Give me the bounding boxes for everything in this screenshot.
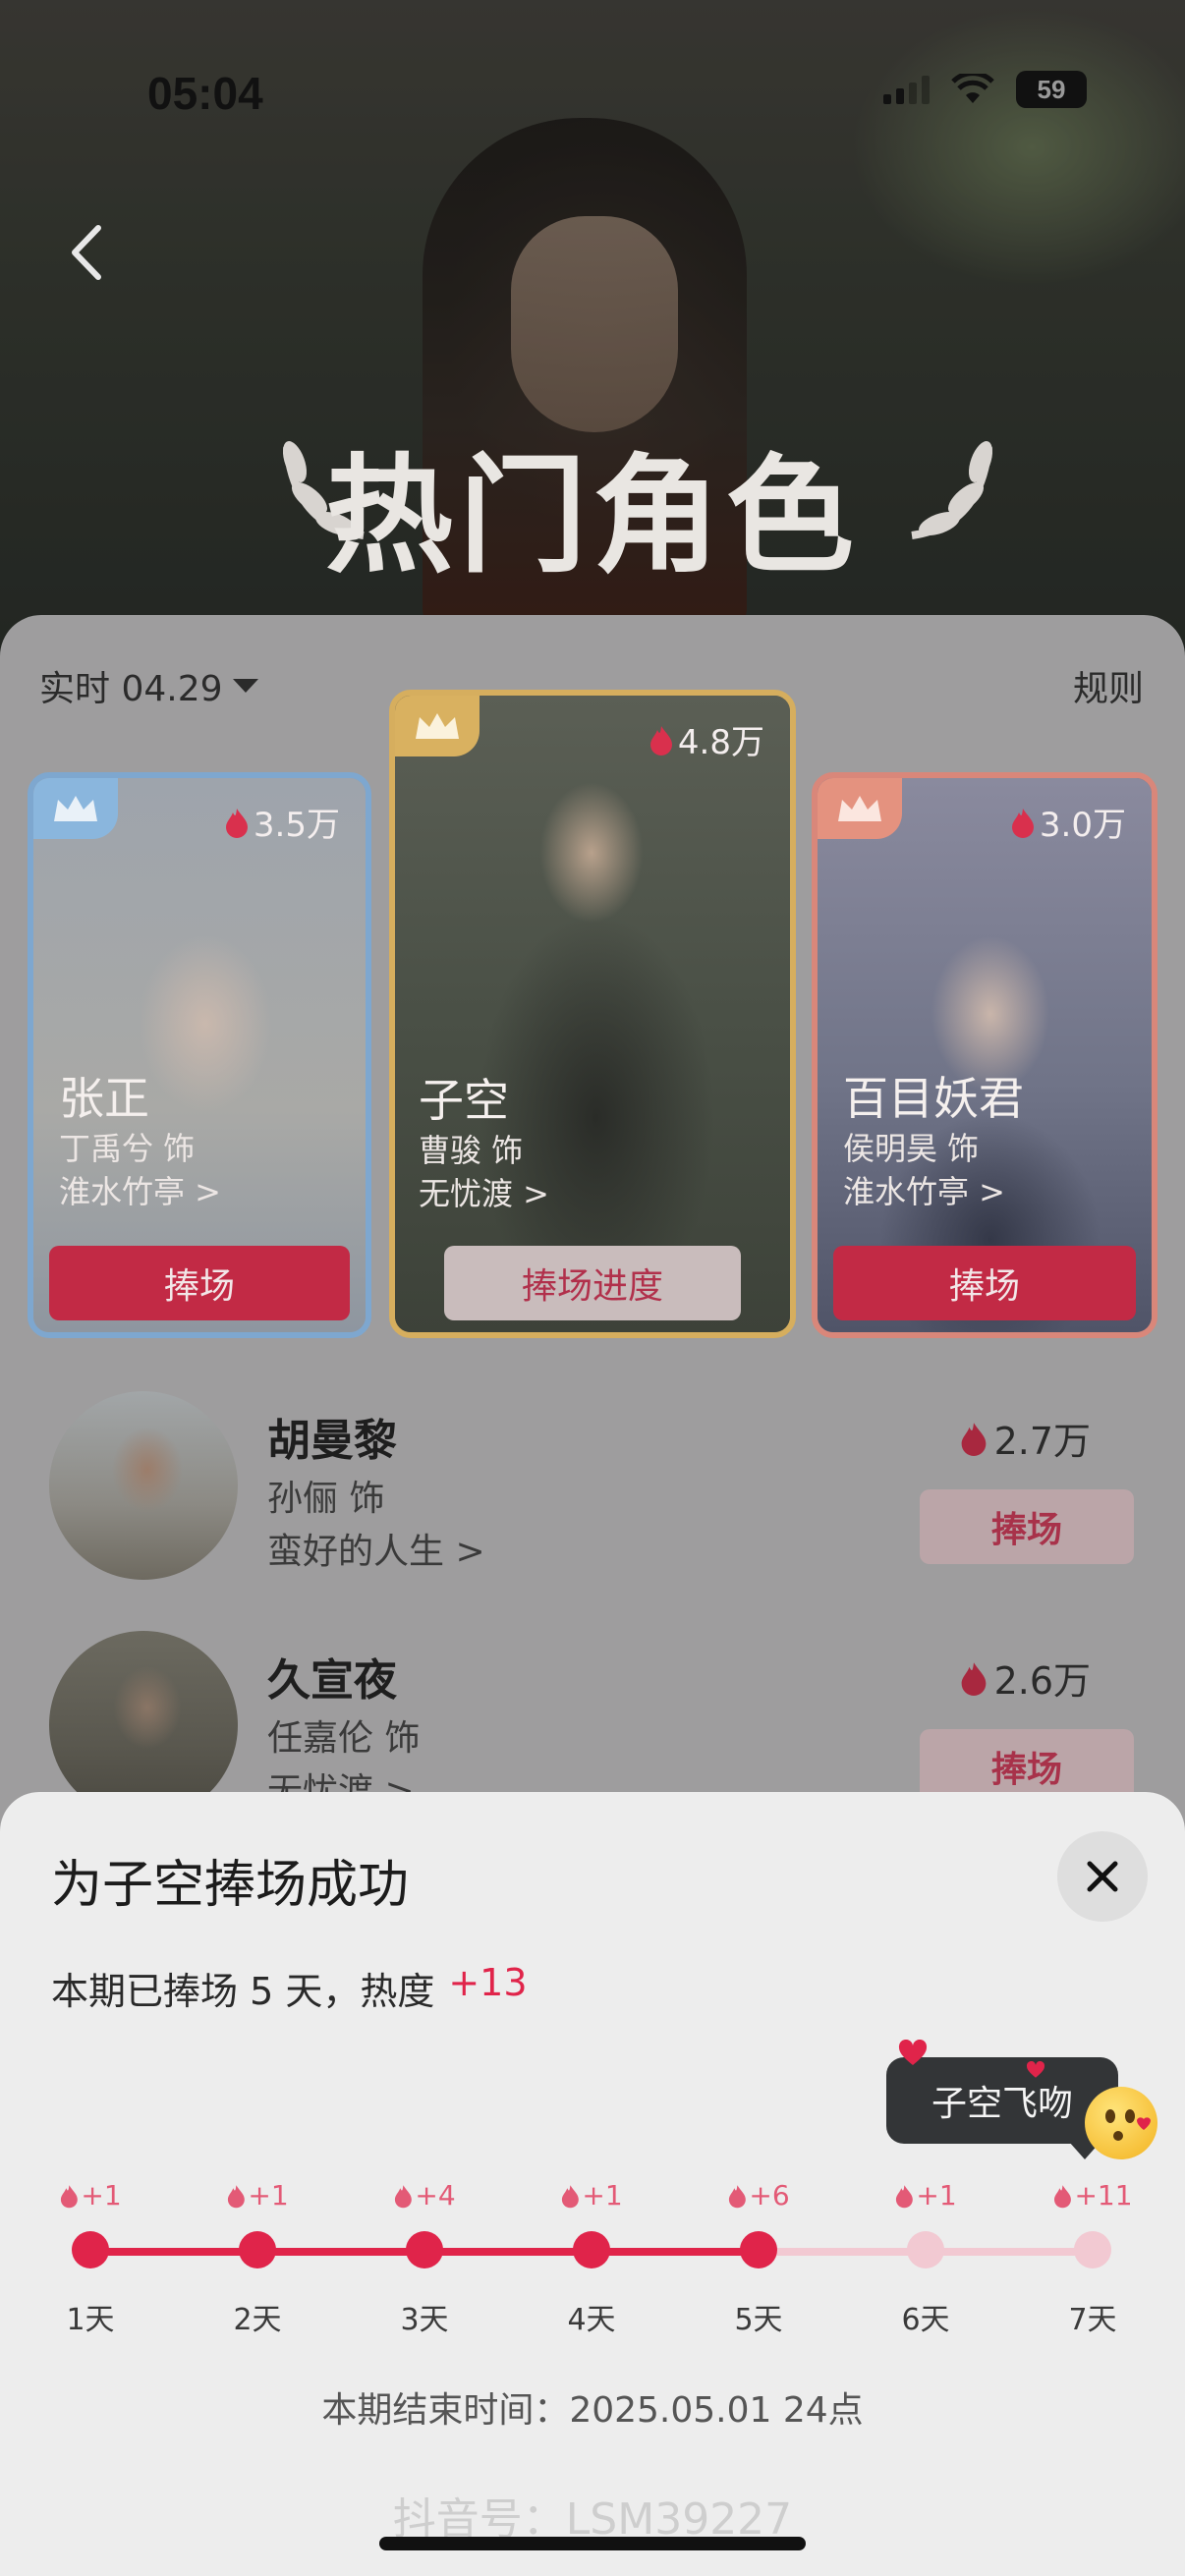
day-label: 3天 bbox=[400, 2303, 449, 2337]
reward-bubble[interactable]: 子空飞吻 bbox=[886, 2057, 1118, 2144]
heat-value: 4.8万 bbox=[649, 715, 764, 763]
flame-icon bbox=[1011, 808, 1034, 838]
rules-link[interactable]: 规则 bbox=[1073, 660, 1144, 711]
kiss-emoji-icon bbox=[1085, 2087, 1157, 2159]
status-time: 05:04 bbox=[147, 68, 263, 119]
character-name: 张正 bbox=[59, 1072, 149, 1125]
day-label: 4天 bbox=[567, 2303, 616, 2337]
show-link[interactable]: 淮水竹亭 > bbox=[59, 1167, 221, 1212]
flame-icon bbox=[227, 2184, 245, 2208]
character-name: 久宣夜 bbox=[267, 1655, 397, 1706]
flame-icon bbox=[561, 2184, 579, 2208]
status-icons: 59 bbox=[883, 71, 1087, 108]
character-name: 子空 bbox=[419, 1074, 509, 1127]
day-heat-gain: +1 bbox=[894, 2179, 957, 2212]
flame-icon bbox=[649, 725, 672, 756]
day-dot bbox=[72, 2231, 109, 2268]
flame-icon bbox=[225, 808, 248, 838]
day-heat-gain: +11 bbox=[1052, 2179, 1133, 2212]
crown-icon bbox=[33, 778, 118, 839]
close-icon bbox=[1087, 1861, 1118, 1892]
support-button[interactable]: 捧场 bbox=[920, 1489, 1134, 1564]
sheet-title: 为子空捧场成功 bbox=[51, 1856, 410, 1915]
heat-gain: +13 bbox=[448, 1961, 528, 2004]
flame-icon bbox=[728, 2184, 746, 2208]
flame-icon bbox=[394, 2184, 412, 2208]
rank-card-3[interactable]: 3.0万 百目妖君 侯明昊 饰 淮水竹亭 > 捧场 bbox=[812, 772, 1157, 1338]
heat-value: 2.6万 bbox=[959, 1651, 1091, 1705]
actor-name: 侯明昊 饰 bbox=[843, 1130, 980, 1167]
day-dot bbox=[740, 2231, 777, 2268]
show-link[interactable]: 淮水竹亭 > bbox=[843, 1167, 1005, 1212]
date-filter-label: 实时 04.29 bbox=[39, 669, 223, 709]
day-label: 6天 bbox=[901, 2303, 950, 2337]
heat-value: 3.0万 bbox=[1010, 798, 1126, 846]
day-heat-gain: +4 bbox=[393, 2179, 456, 2212]
signal-icon bbox=[883, 75, 930, 104]
actor-name: 曹骏 饰 bbox=[419, 1132, 524, 1169]
support-summary: 本期已捧场 5 天，热度 +13 bbox=[51, 1961, 528, 2013]
day-label: 7天 bbox=[1068, 2303, 1117, 2337]
crown-icon bbox=[818, 778, 902, 839]
battery-icon: 59 bbox=[1016, 71, 1087, 108]
back-button[interactable] bbox=[59, 218, 118, 287]
day-dot bbox=[573, 2231, 610, 2268]
crown-icon bbox=[395, 696, 480, 756]
character-name: 胡曼黎 bbox=[267, 1416, 397, 1466]
flame-icon bbox=[961, 1661, 986, 1696]
day-dot bbox=[406, 2231, 443, 2268]
day-label: 5天 bbox=[734, 2303, 783, 2337]
actor-name: 孙俪 饰 bbox=[267, 1479, 385, 1519]
close-button[interactable] bbox=[1057, 1831, 1148, 1922]
show-link[interactable]: 无忧渡 > bbox=[419, 1169, 549, 1214]
heart-icon bbox=[898, 2040, 928, 2065]
laurel-right-icon bbox=[911, 441, 993, 539]
support-button[interactable]: 捧场 bbox=[833, 1246, 1136, 1320]
day-label: 1天 bbox=[66, 2303, 115, 2337]
day-dot bbox=[907, 2231, 944, 2268]
period-end-time: 本期结束时间：2025.05.01 24点 bbox=[321, 2390, 864, 2431]
flame-icon bbox=[1053, 2184, 1071, 2208]
day-heat-gain: +6 bbox=[727, 2179, 790, 2212]
caret-down-icon bbox=[232, 679, 258, 693]
flame-icon bbox=[60, 2184, 78, 2208]
day-label: 2天 bbox=[233, 2303, 282, 2337]
actor-name: 丁禹兮 饰 bbox=[59, 1130, 196, 1167]
flame-icon bbox=[961, 1422, 986, 1456]
date-filter-dropdown[interactable]: 实时 04.29 bbox=[39, 660, 258, 711]
day-dot bbox=[1074, 2231, 1111, 2268]
rank-card-1[interactable]: 4.8万 子空 曹骏 饰 无忧渡 > 捧场进度 bbox=[389, 690, 796, 1338]
day-dot bbox=[239, 2231, 276, 2268]
actor-name: 任嘉伦 饰 bbox=[267, 1718, 421, 1759]
page-title: 热门角色 bbox=[324, 441, 860, 590]
day-heat-gain: +1 bbox=[59, 2179, 122, 2212]
home-indicator[interactable] bbox=[379, 2537, 806, 2550]
avatar[interactable] bbox=[49, 1391, 238, 1580]
flame-icon bbox=[895, 2184, 913, 2208]
support-button[interactable]: 捧场 bbox=[49, 1246, 350, 1320]
day-heat-gain: +1 bbox=[560, 2179, 623, 2212]
character-name: 百目妖君 bbox=[843, 1072, 1024, 1125]
support-progress-button[interactable]: 捧场进度 bbox=[444, 1246, 741, 1320]
heat-value: 3.5万 bbox=[224, 798, 340, 846]
show-link[interactable]: 蛮好的人生 > bbox=[267, 1523, 485, 1574]
rank-card-2[interactable]: 3.5万 张正 丁禹兮 饰 淮水竹亭 > 捧场 bbox=[28, 772, 371, 1338]
wifi-icon bbox=[951, 74, 994, 103]
heat-value: 2.7万 bbox=[959, 1411, 1091, 1465]
heart-icon bbox=[1026, 2061, 1045, 2078]
character-photo bbox=[395, 696, 790, 1332]
day-heat-gain: +1 bbox=[226, 2179, 289, 2212]
